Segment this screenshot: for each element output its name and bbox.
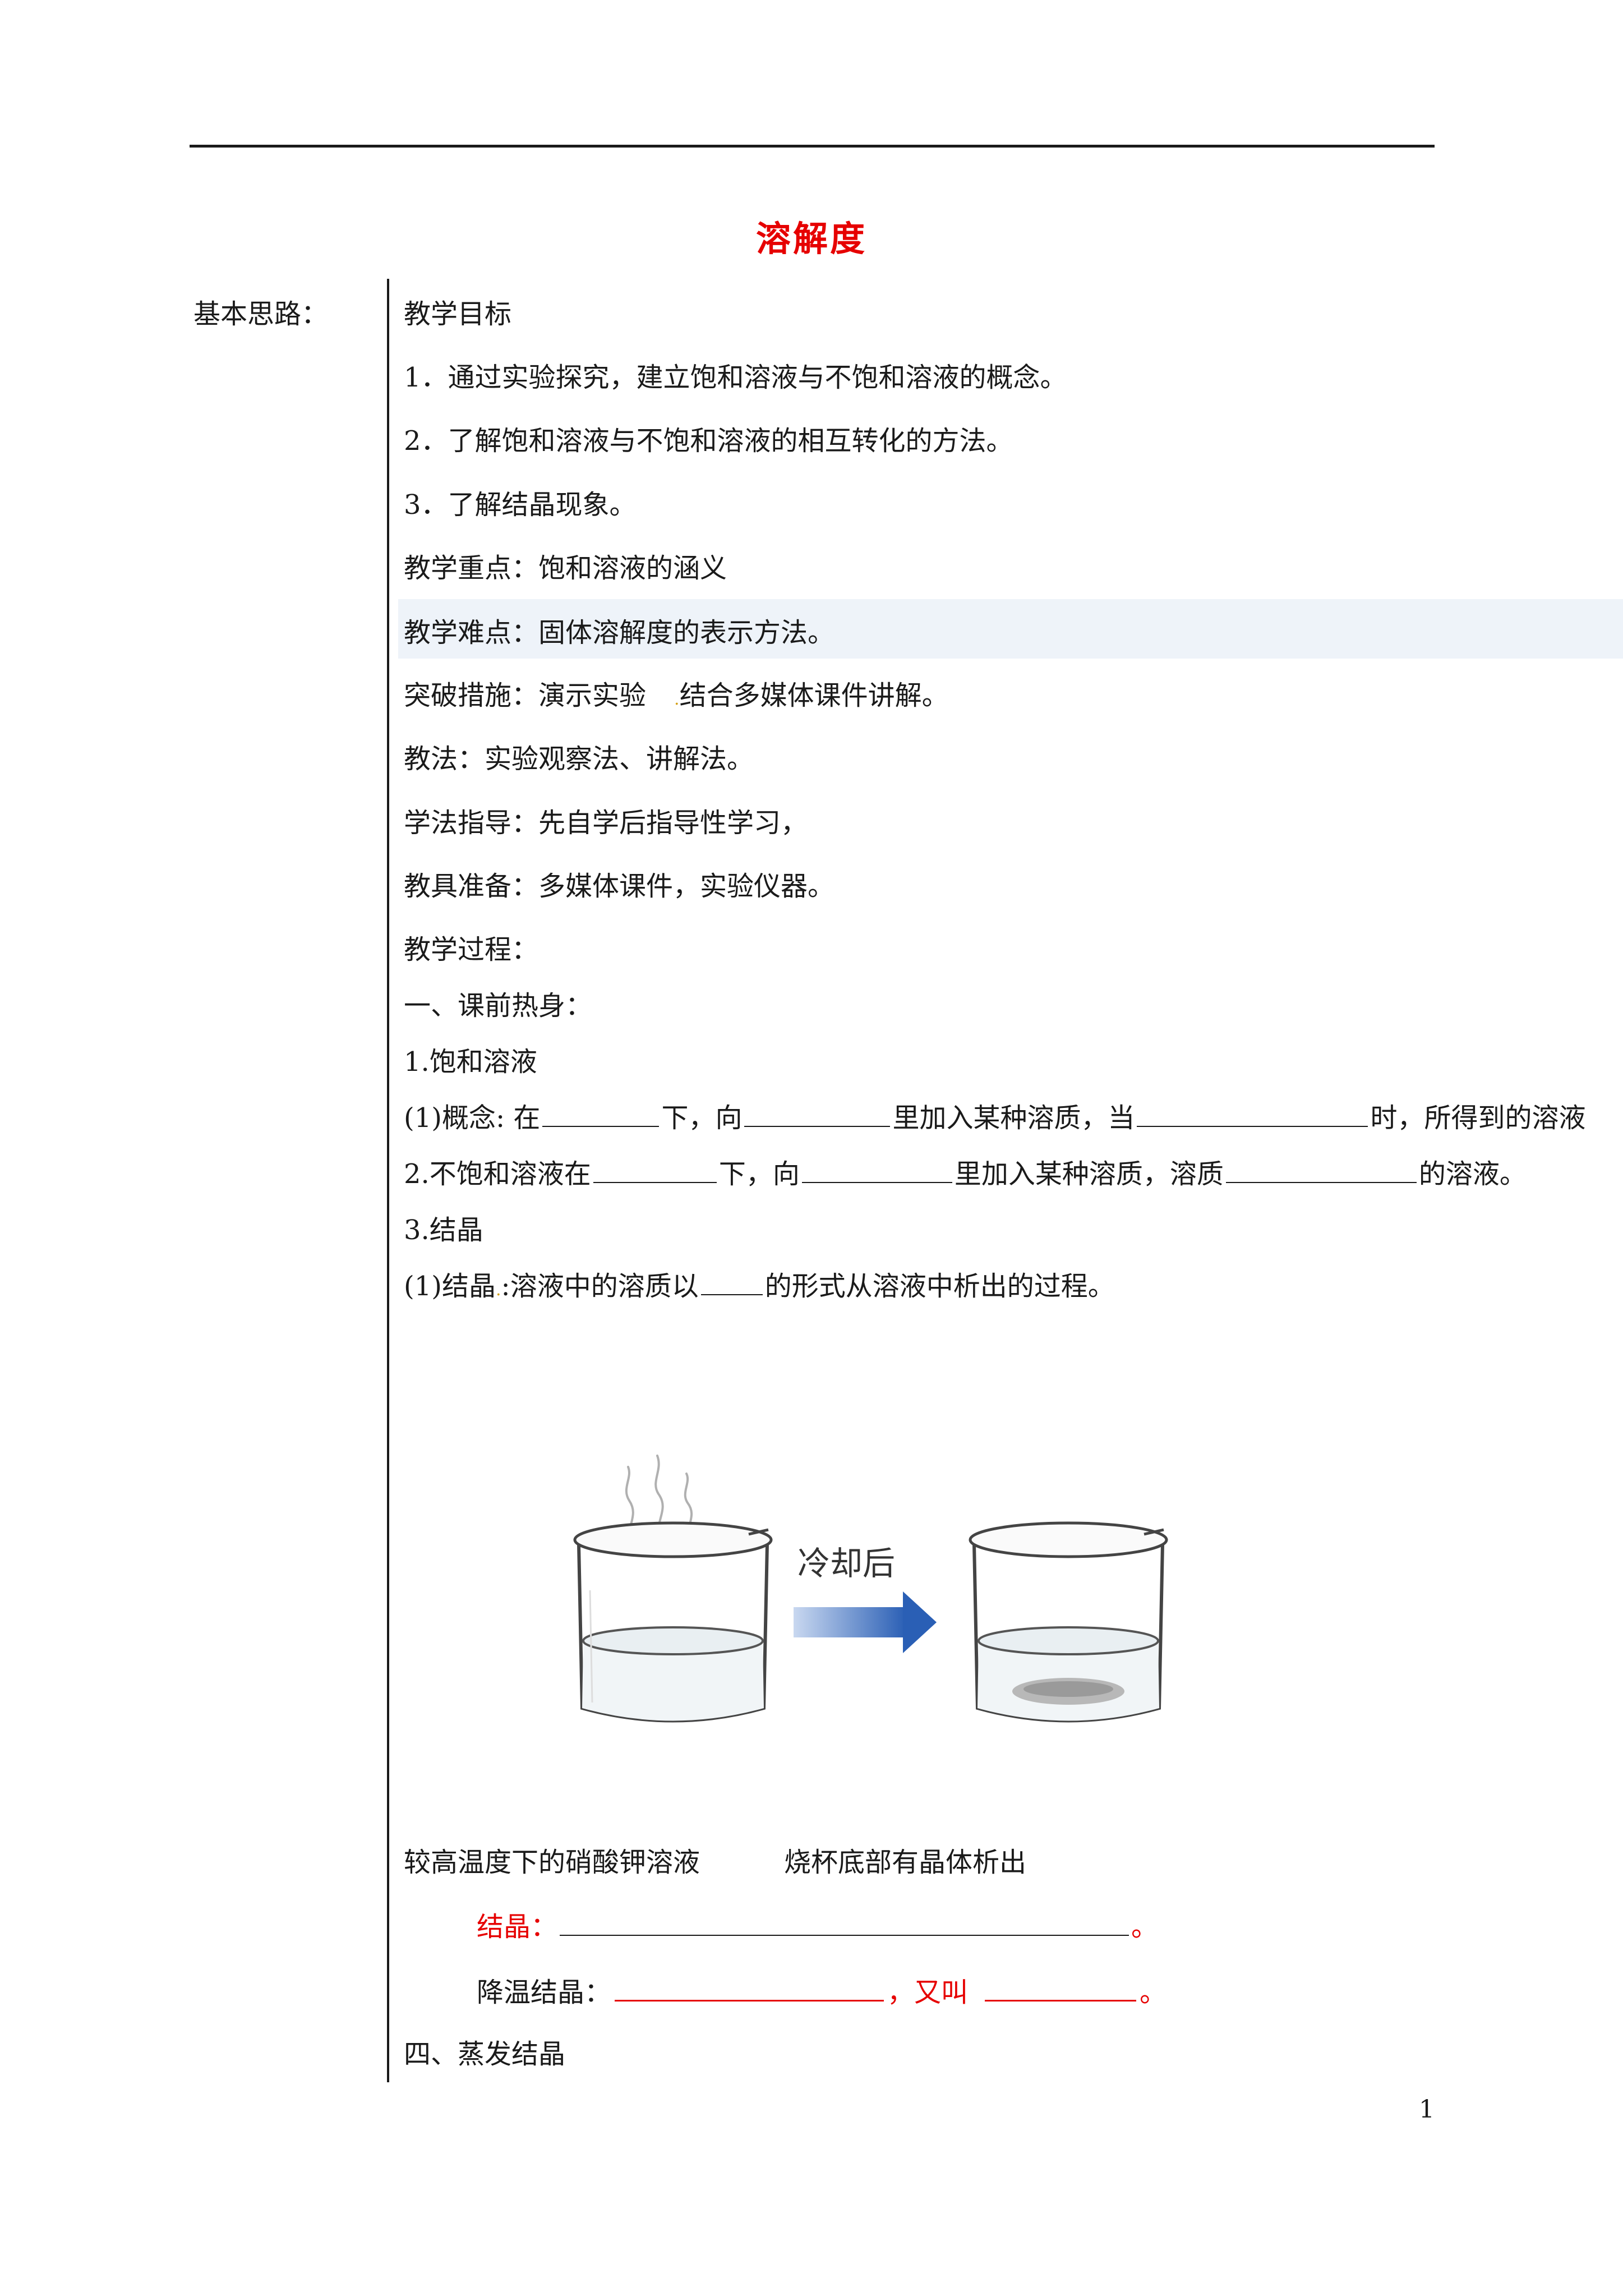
goal-2: 2．了解饱和溶液与不饱和溶液的相互转化的方法。 (404, 425, 1013, 457)
blank-crystal-definition[interactable] (560, 1913, 1129, 1936)
hot-beaker (573, 1521, 773, 1723)
concept-line: (1)概念: 在 下，向 里加入某种溶质，当 时，所得到的溶液 (404, 1096, 1585, 1135)
breakthrough: 突破措施：演示实验 .结合多媒体课件讲解。 (404, 673, 949, 712)
concept-text-4: 时，所得到的溶液 (1370, 1102, 1586, 1134)
cooling-fill-mid: ，又叫 (887, 1977, 969, 2008)
blank-temperature-2[interactable] (593, 1161, 717, 1183)
document-title: 溶解度 (755, 218, 867, 259)
difficult-point: 教学难点：固体溶解度的表示方法。 (404, 617, 835, 648)
cooling-fill-line: 降温结晶： ，又叫 。 (477, 1970, 1166, 2009)
section-heading-4: 四、蒸发结晶 (404, 2039, 566, 2070)
header-rule (190, 145, 1435, 148)
concept-text-1: (1)概念: 在 (404, 1102, 541, 1134)
cooling-fill-end: 。 (1140, 1977, 1167, 2008)
side-label: 基本思路： (193, 298, 329, 330)
crystal-fill-label: 结晶： (477, 1911, 558, 1943)
goal-3: 3．了解结晶现象。 (404, 489, 637, 521)
beaker-figure: 冷却后 (573, 1455, 1168, 1723)
teaching-method: 教法：实验观察法、讲解法。 (404, 743, 754, 775)
crystal-text-1: (1)结晶 (404, 1271, 496, 1302)
arrow-label: 冷却后 (797, 1544, 895, 1582)
blank-solute[interactable] (1225, 1161, 1417, 1183)
teaching-tools: 教具准备：多媒体课件，实验仪器。 (404, 871, 835, 902)
concept-text-3: 里加入某种溶质，当 (892, 1102, 1135, 1134)
page-number: 1 (1419, 2095, 1435, 2124)
key-point: 教学重点：饱和溶液的涵义 (404, 553, 727, 584)
unsaturated-line: 2.不饱和溶液在 下，向 里加入某种溶质，溶质 的溶液。 (404, 1152, 1527, 1191)
teaching-process: 教学过程： (404, 934, 539, 965)
breakthrough-part-a: 突破措施：演示实验 (404, 680, 647, 711)
dot-mark-2: . (496, 1280, 501, 1300)
blank-solvent[interactable] (744, 1105, 891, 1127)
figure-caption: 较高温度下的硝酸钾溶液 烧杯底部有晶体析出 (404, 1840, 1026, 1879)
unsat-text-4: 的溶液。 (1418, 1158, 1527, 1190)
unsat-text-2: 下，向 (718, 1158, 800, 1190)
blank-solvent-2[interactable] (801, 1161, 952, 1183)
study-guide: 学法指导：先自学后指导性学习， (404, 807, 808, 839)
cooling-fill-label: 降温结晶： (477, 1977, 612, 2008)
item-saturated-solution: 1.饱和溶液 (404, 1046, 537, 1078)
blank-cooling-crystallization[interactable] (615, 1978, 884, 2001)
blank-condition[interactable] (1137, 1105, 1368, 1127)
item-crystallization: 3.结晶 (404, 1214, 483, 1246)
cooling-arrow-icon (794, 1591, 937, 1653)
blank-temperature[interactable] (542, 1105, 660, 1127)
cooled-beaker (969, 1521, 1168, 1723)
dot-mark: . (674, 689, 680, 709)
concept-text-2: 下，向 (661, 1102, 743, 1134)
column-divider (387, 279, 389, 2082)
crystal-fill-line: 结晶： 。 (477, 1904, 1158, 1944)
goals-heading: 教学目标 (404, 298, 512, 330)
section-heading-1: 一、课前热身： (404, 990, 593, 1022)
crystal-text-2: :溶液中的溶质以 (501, 1271, 699, 1302)
unsat-text-1: 2.不饱和溶液在 (404, 1158, 591, 1190)
blank-crystal[interactable] (700, 1273, 763, 1295)
caption-right: 烧杯底部有晶体析出 (784, 1847, 1027, 1878)
crystal-definition: (1)结晶.:溶液中的溶质以 的形式从溶液中析出的过程。 (404, 1264, 1115, 1303)
crystal-text-3: 的形式从溶液中析出的过程。 (764, 1271, 1115, 1302)
blank-alias[interactable] (985, 1978, 1137, 2001)
caption-left: 较高温度下的硝酸钾溶液 (404, 1847, 700, 1878)
goal-1: 1．通过实验探究，建立饱和溶液与不饱和溶液的概念。 (404, 362, 1067, 393)
breakthrough-part-b: 结合多媒体课件讲解。 (679, 680, 949, 711)
crystal-fill-end: 。 (1131, 1911, 1159, 1943)
unsat-text-3: 里加入某种溶质，溶质 (954, 1158, 1224, 1190)
